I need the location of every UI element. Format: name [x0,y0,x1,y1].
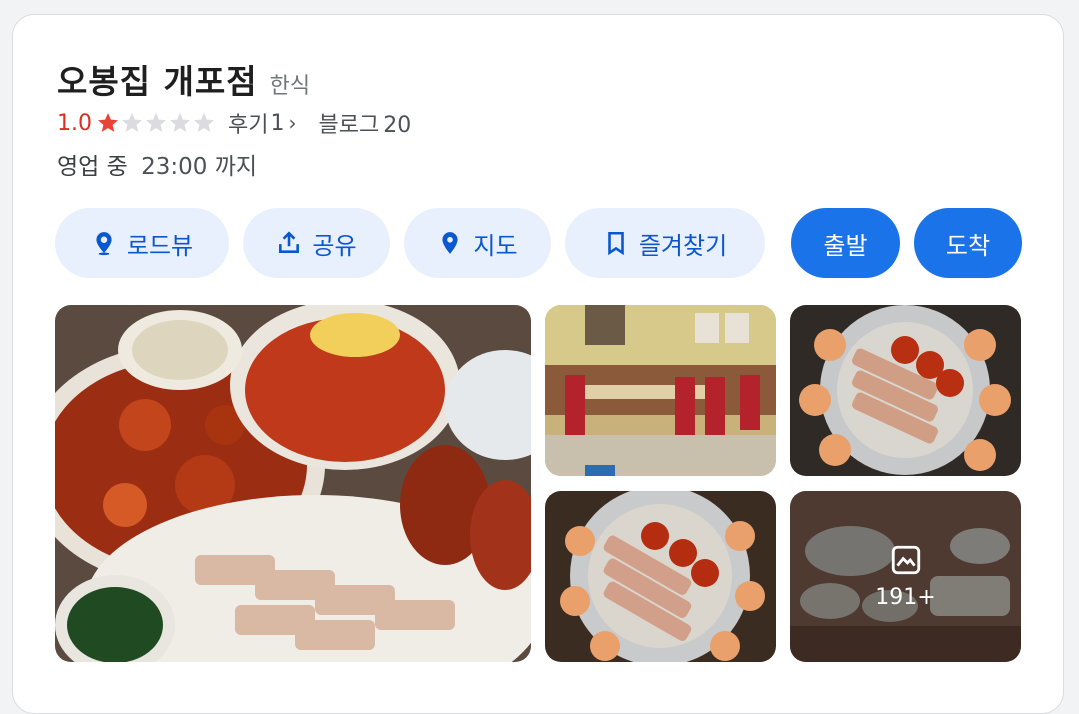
depart-label: 출발 [823,231,868,260]
reviews-link[interactable]: 후기 1 › [228,107,296,139]
bookmark-icon [608,231,624,256]
reviews-count: 1 [270,110,285,136]
map-label: 지도 [473,231,518,260]
star-empty-icon [194,113,214,132]
blog-label: 블로그 [318,113,380,138]
share-label: 공유 [312,231,357,260]
favorite-label: 즐겨찾기 [638,231,728,260]
hours-row: 영업 중 23:00 까지 [57,147,257,181]
arrive-label: 도착 [945,231,991,260]
action-buttons: 로드뷰 공유 지도 즐겨찾기 출발 도착 [55,208,1022,278]
roadview-button[interactable]: 로드뷰 [55,208,229,278]
photo-main[interactable] [55,305,531,662]
place-category: 한식 [269,74,311,99]
chevron-right-icon: › [288,111,297,135]
depart-button[interactable]: 출발 [791,208,900,278]
rating-row: 1.0 후기 1 › 블로그 20 [57,107,411,139]
share-button[interactable]: 공유 [243,208,390,278]
bossam-platter-photo [790,305,1021,476]
photo-bossam-1[interactable] [790,305,1021,476]
photo-gallery-icon [891,545,920,575]
photo-more[interactable]: 191+ [790,491,1021,662]
place-card: 오봉집 개포점 한식 1.0 후기 1 › 블로그 20 영업 중 23:00 까… [12,14,1064,714]
map-pin-icon [442,232,458,254]
restaurant-interior-photo [545,305,776,476]
bossam-platter-photo [545,491,776,662]
arrive-button[interactable]: 도착 [914,208,1022,278]
favorite-button[interactable]: 즐겨찾기 [565,208,765,278]
share-icon [279,231,300,253]
title-row: 오봉집 개포점 한식 [57,55,310,103]
star-filled-icon [98,113,118,132]
blog-count: 20 [383,113,412,138]
star-empty-icon [170,113,190,132]
blog-link[interactable]: 블로그 20 [318,107,411,139]
rating-value: 1.0 [57,110,92,136]
star-empty-icon [146,113,166,132]
place-name[interactable]: 오봉집 개포점 [57,55,258,103]
roadview-label: 로드뷰 [126,231,194,260]
rating-stars [96,111,216,135]
photo-interior[interactable] [545,305,776,476]
roadview-pin-icon [96,232,112,256]
reviews-label: 후기 [228,113,269,138]
more-photos-count: 191+ [875,585,936,610]
food-platter-photo [55,305,531,662]
closing-time: 23:00 까지 [141,154,258,180]
map-button[interactable]: 지도 [404,208,551,278]
open-status: 영업 중 [57,154,128,180]
more-photos-overlay[interactable]: 191+ [790,491,1021,662]
star-empty-icon [122,113,142,132]
photo-bossam-2[interactable] [545,491,776,662]
